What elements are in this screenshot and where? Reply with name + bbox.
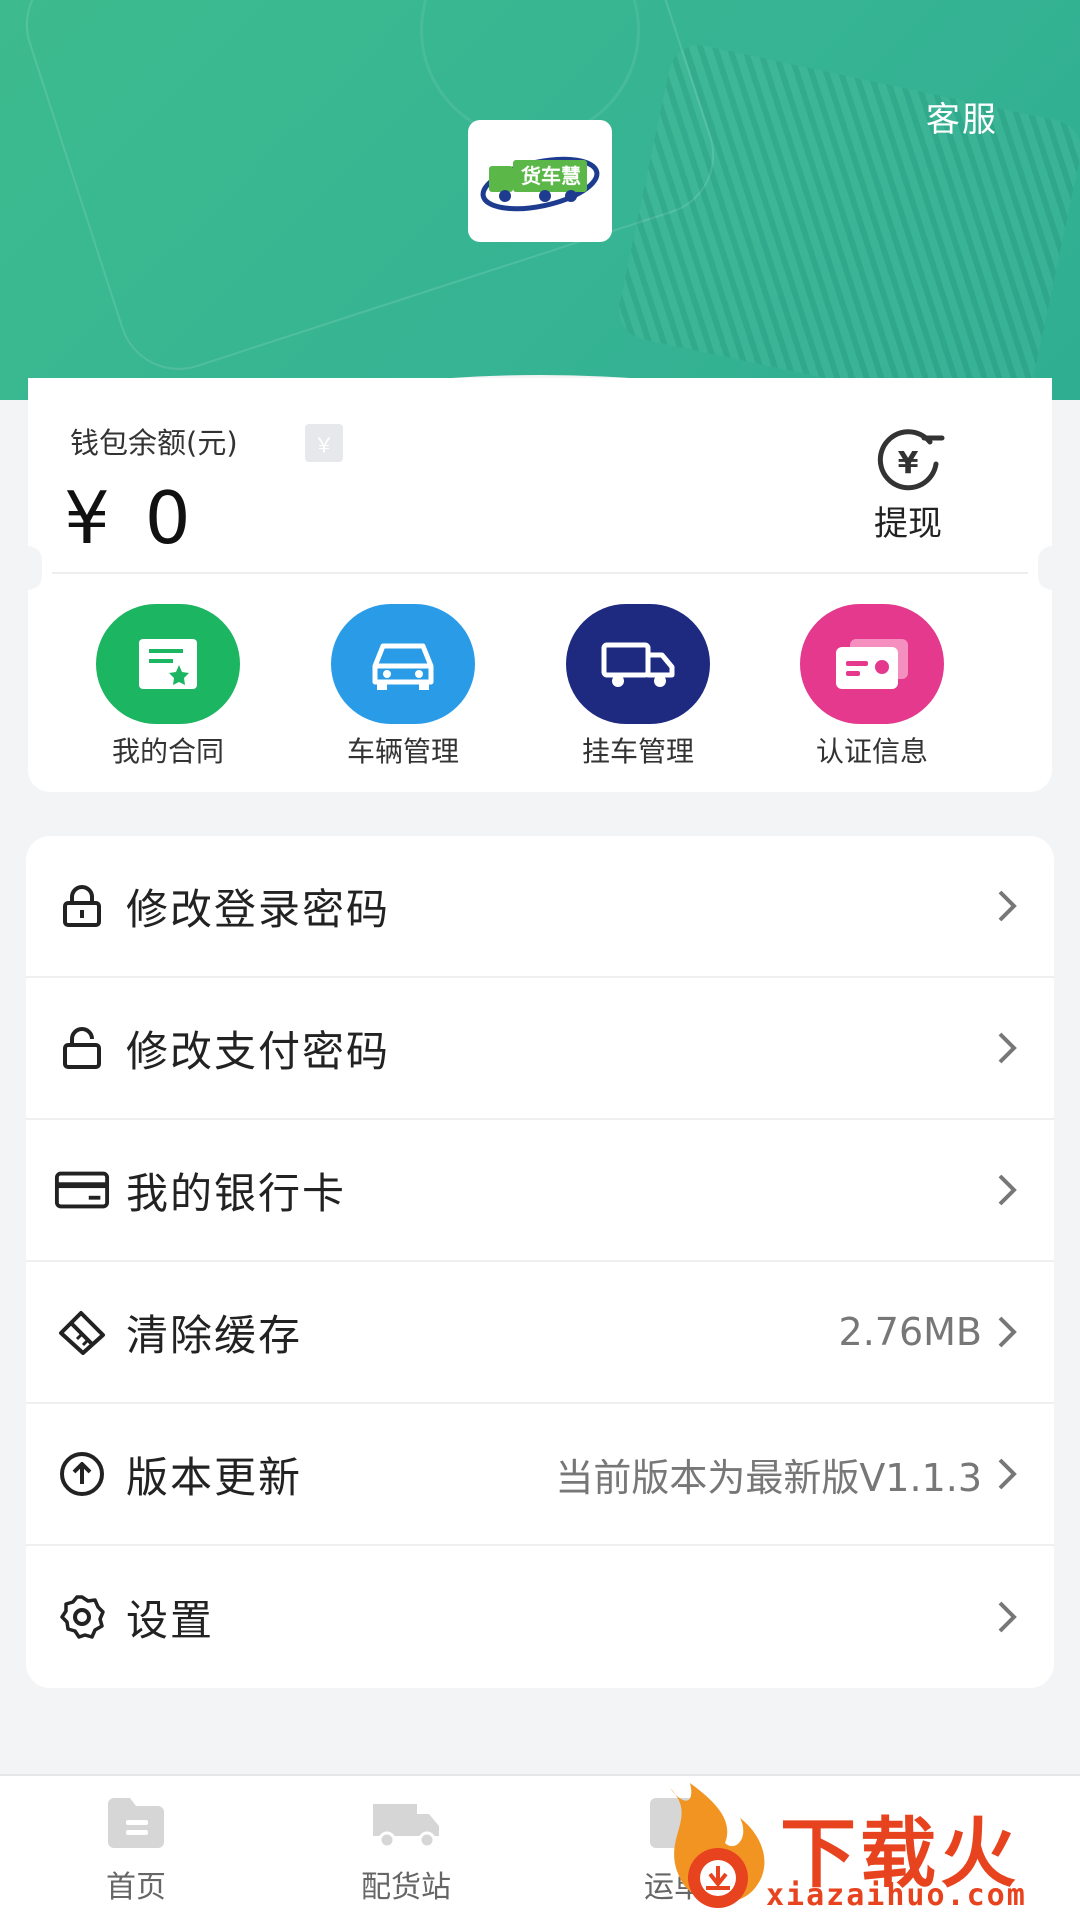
id-card-icon (800, 604, 944, 724)
chevron-right-icon (982, 889, 1032, 923)
menu-item-label: 我的银行卡 (126, 1168, 347, 1218)
gear-icon (54, 1593, 110, 1641)
divider (52, 572, 1028, 574)
nav-tab-label: 配货站 (361, 1870, 451, 1905)
menu-item-label: 修改登录密码 (126, 884, 391, 934)
chevron-right-icon (982, 1600, 1032, 1634)
menu-item-clear-cache[interactable]: 清除缓存 2.76MB (26, 1262, 1054, 1404)
banner-decoration (613, 39, 1080, 400)
yen-badge-icon: ￥ (305, 424, 343, 462)
quick-action-label: 车辆管理 (346, 735, 459, 768)
menu-item-version-update[interactable]: 版本更新 当前版本为最新版V1.1.3 (26, 1404, 1054, 1546)
logo-text: 货车慧 (521, 164, 581, 188)
header-banner: 客服 货车慧 (0, 0, 1080, 400)
quick-action-certification[interactable]: 认证信息 (772, 604, 972, 770)
dispatch-icon (373, 1804, 439, 1849)
chevron-right-icon (982, 1315, 1032, 1349)
nav-tab-home[interactable]: 首页 (36, 1794, 236, 1906)
home-icon (108, 1798, 164, 1848)
lock-icon (54, 883, 110, 929)
menu-item-change-payment-password[interactable]: 修改支付密码 (26, 978, 1054, 1120)
quick-action-trailers[interactable]: 挂车管理 (538, 604, 738, 770)
bank-card-icon (54, 1170, 110, 1210)
withdraw-icon: ¥ (877, 429, 945, 491)
quick-action-contract[interactable]: 我的合同 (68, 604, 268, 770)
version-value: 当前版本为最新版V1.1.3 (555, 1455, 982, 1500)
menu-item-settings[interactable]: 设置 (26, 1546, 1054, 1688)
menu-item-label: 版本更新 (126, 1452, 303, 1502)
unlock-icon (54, 1025, 110, 1071)
nav-tab-label: 首页 (106, 1870, 166, 1905)
truck-icon (566, 604, 710, 724)
truck-logo-icon: 货车慧 (480, 156, 600, 212)
quick-action-vehicles[interactable]: 车辆管理 (303, 604, 503, 770)
contract-icon (96, 604, 240, 724)
nav-tab-dispatch[interactable]: 配货站 (306, 1794, 506, 1906)
quick-action-label: 认证信息 (815, 735, 928, 768)
menu-item-label: 设置 (126, 1595, 215, 1645)
chevron-right-icon (982, 1457, 1032, 1491)
withdraw-button[interactable]: ¥ 提现 (838, 428, 978, 545)
wallet-balance-value: ¥ 0 (64, 476, 197, 560)
cache-size-value: 2.76MB (838, 1310, 982, 1354)
menu-item-label: 修改支付密码 (126, 1026, 391, 1076)
app-logo: 货车慧 (468, 120, 612, 242)
withdraw-symbol: ¥ (898, 446, 919, 481)
car-icon (331, 604, 475, 724)
wallet-card: 钱包余额(元) ￥ ¥ 0 ¥ 提现 我的合同 车辆管理 挂车管理 认证信息 (14, 378, 1066, 792)
customer-service-link[interactable]: 客服 (926, 92, 998, 141)
watermark-url: xiazaihuo.com (766, 1878, 1027, 1913)
withdraw-label: 提现 (874, 504, 942, 544)
menu-item-label: 清除缓存 (126, 1310, 303, 1360)
chevron-right-icon (982, 1031, 1032, 1065)
eraser-icon (54, 1309, 110, 1355)
card-notch-left (14, 546, 42, 590)
upgrade-icon (54, 1450, 110, 1498)
quick-action-label: 我的合同 (111, 735, 224, 768)
quick-action-label: 挂车管理 (581, 735, 694, 768)
settings-menu: 修改登录密码 修改支付密码 我的银行卡 清除缓存 2.76MB 版本更新 当前版… (26, 836, 1054, 1688)
wallet-balance-label: 钱包余额(元) (70, 426, 238, 460)
card-notch-right (1038, 546, 1066, 590)
chevron-right-icon (982, 1173, 1032, 1207)
watermark-overlay: 下载火 xiazaihuo.com (640, 1778, 1080, 1920)
menu-item-change-login-password[interactable]: 修改登录密码 (26, 836, 1054, 978)
menu-item-bank-card[interactable]: 我的银行卡 (26, 1120, 1054, 1262)
